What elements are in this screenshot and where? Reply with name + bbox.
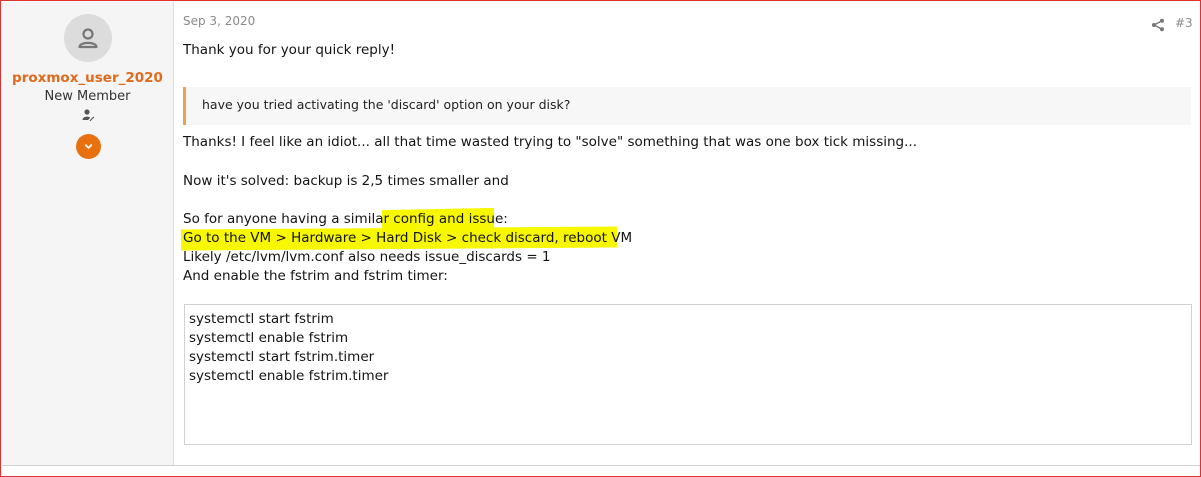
expand-button[interactable] [76,134,101,159]
post-container: proxmox_user_2020 New Member Sep 3, 2020… [0,0,1201,477]
code-line: systemctl enable fstrim.timer [189,368,389,384]
quote-text: have you tried activating the 'discard' … [202,97,571,112]
avatar[interactable] [64,14,112,62]
quote-block: have you tried activating the 'discard' … [183,87,1191,125]
person-icon [78,28,98,49]
share-icon[interactable] [1151,17,1165,32]
post-line: Thanks! I feel like an idiot... all that… [183,134,917,150]
post-line: So for anyone having a similar config an… [183,211,508,227]
greeting-text: Thank you for your quick reply! [183,42,396,58]
post-number-link[interactable]: #3 [1175,16,1193,30]
divider [2,465,1200,466]
code-block[interactable]: systemctl start fstrim systemctl enable … [184,304,1192,445]
code-line: systemctl enable fstrim [189,330,349,346]
post-line-highlighted: Go to the VM > Hardware > Hard Disk > ch… [183,230,633,246]
post-line: And enable the fstrim and fstrim timer: [183,268,448,284]
post-line: Now it's solved: backup is 2,5 times sma… [183,173,509,189]
user-title: New Member [44,89,131,104]
post-line: Likely /etc/lvm/lvm.conf also needs issu… [183,249,551,265]
post-date[interactable]: Sep 3, 2020 [183,14,255,28]
code-line: systemctl start fstrim [189,311,334,327]
chevron-down-icon [84,144,93,149]
user-edit-icon [81,108,95,122]
username-link[interactable]: proxmox_user_2020 [2,70,173,86]
code-line: systemctl start fstrim.timer [189,349,375,365]
user-sidebar: proxmox_user_2020 New Member [2,2,174,465]
